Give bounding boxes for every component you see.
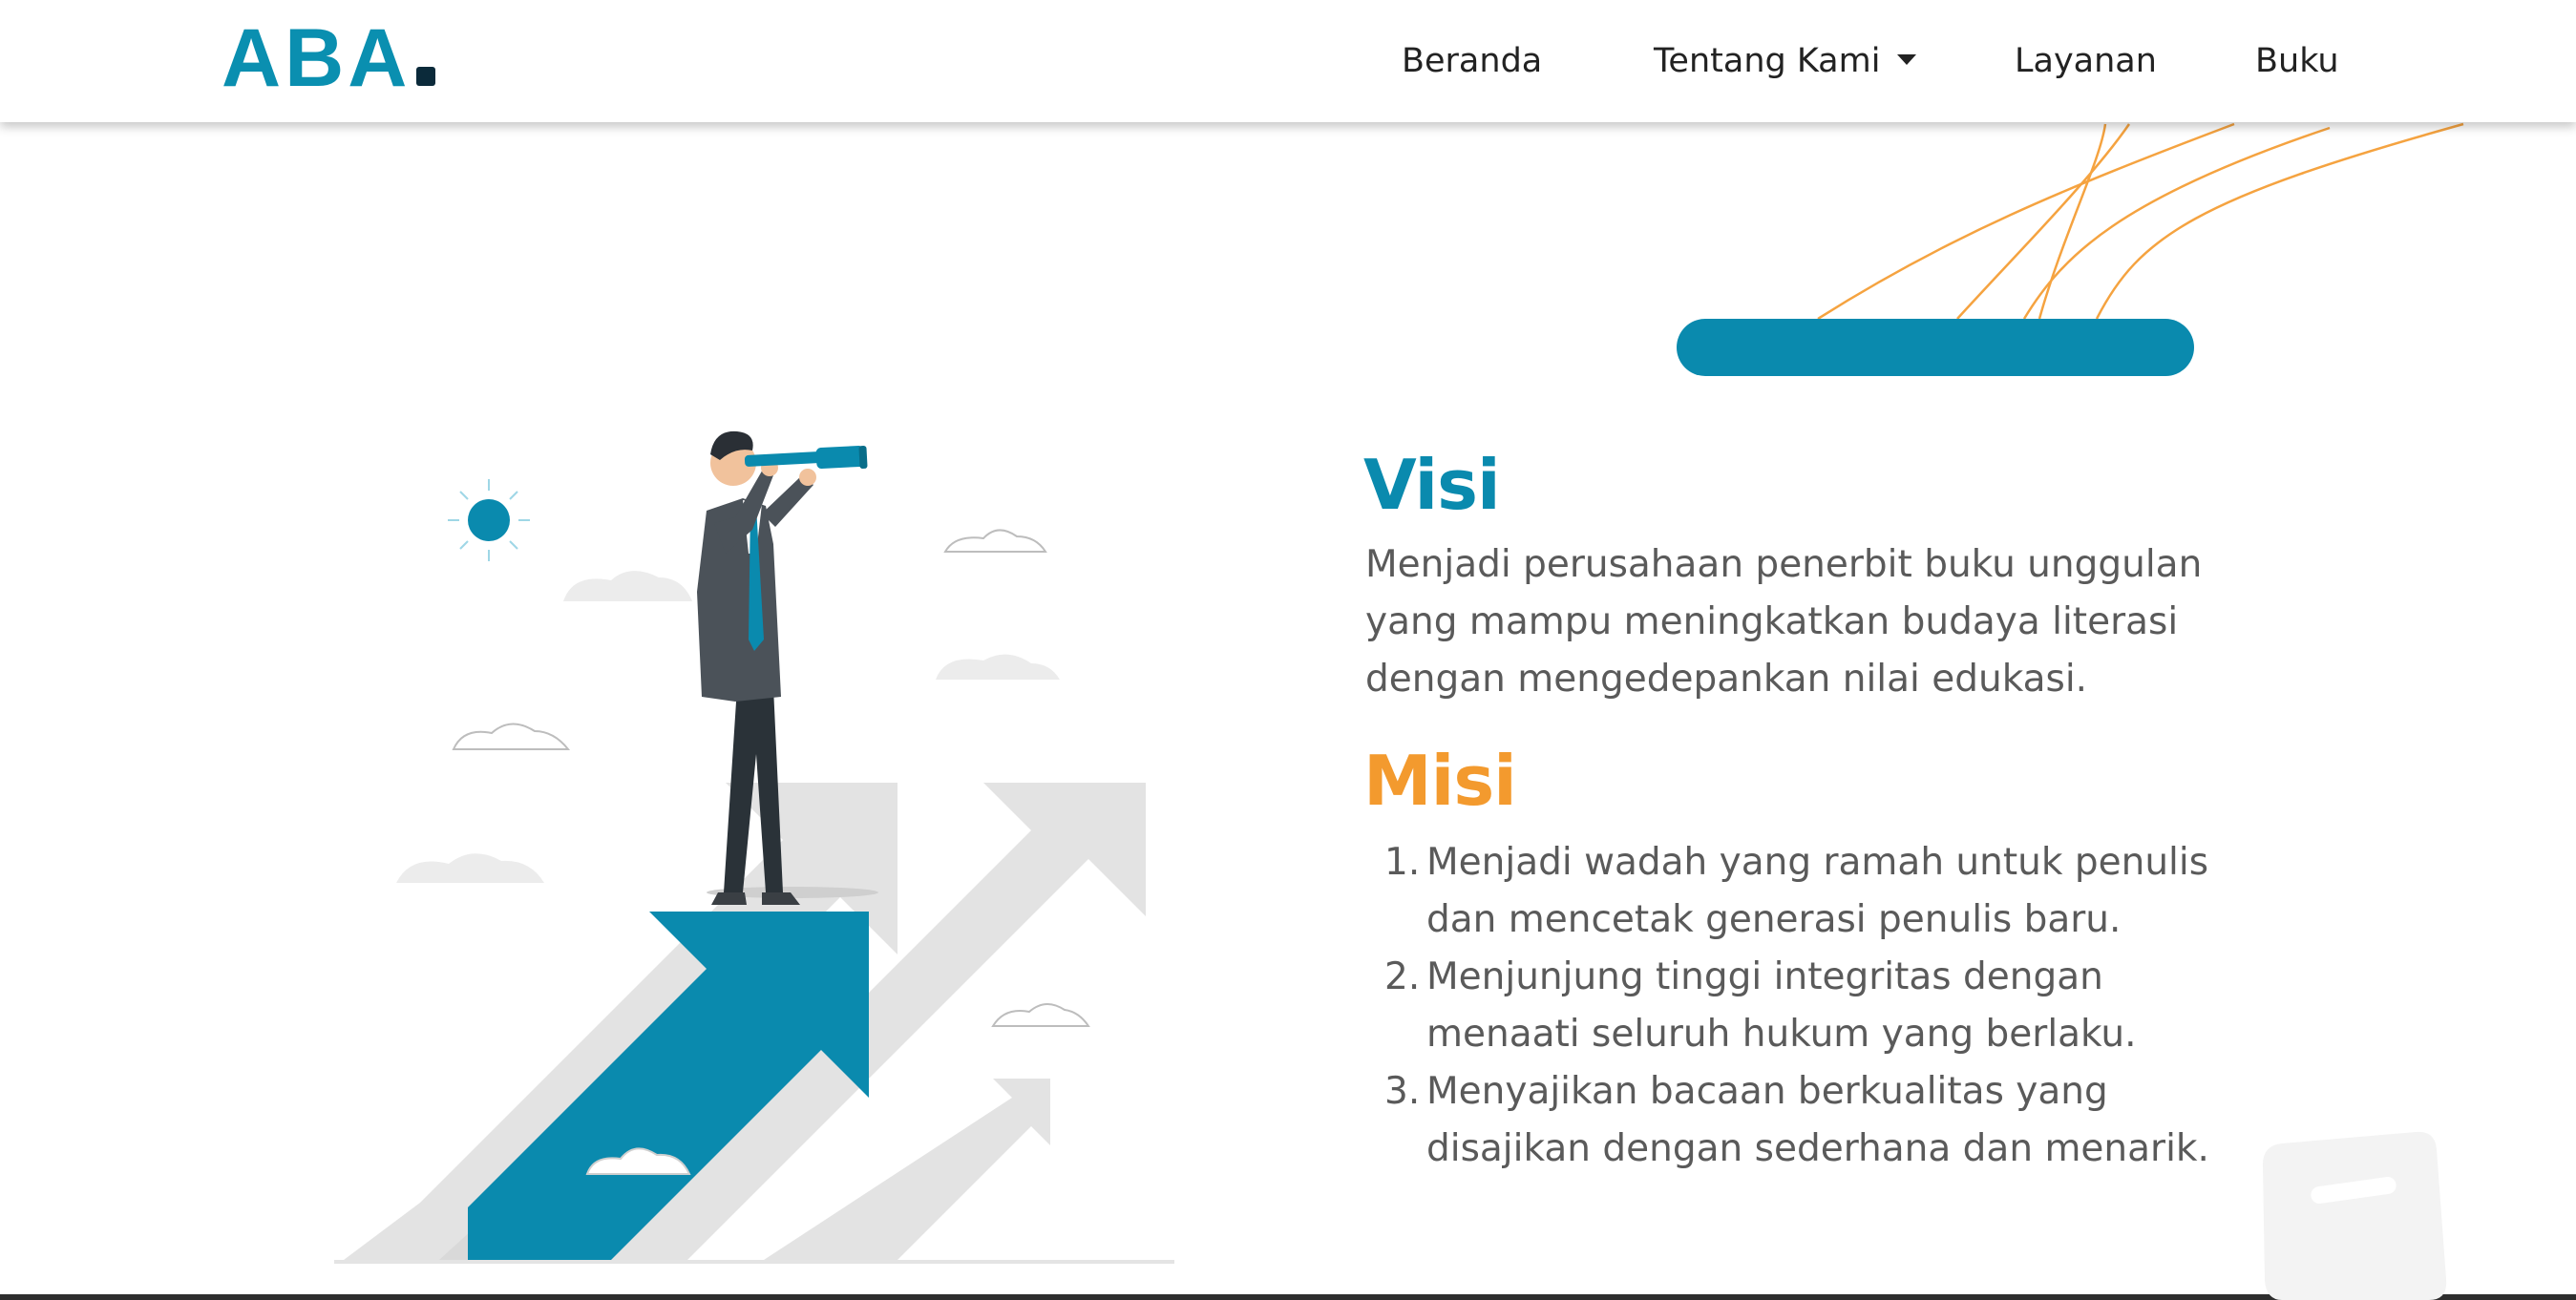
misi-item: 2. Menjunjung tinggi integritas dengan m… <box>1365 949 2225 1063</box>
decorative-teal-bar <box>1677 319 2194 376</box>
nav-buku-label: Buku <box>2255 42 2339 80</box>
misi-item-line: Menyajikan bacaan berkualitas yang <box>1426 1070 2108 1113</box>
decorative-box-shape <box>2263 1131 2447 1300</box>
brand-logo[interactable]: ABA <box>222 17 436 99</box>
navbar: ABA Beranda Tentang Kami Layanan Buku <box>0 0 2576 122</box>
decorative-orange-lines <box>1817 122 2464 321</box>
nav-tentang-kami-dropdown[interactable]: Tentang Kami <box>1654 40 1917 82</box>
visi-text: Menjadi perusahaan penerbit buku unggula… <box>1365 536 2225 708</box>
misi-item: 3. Menyajikan bacaan berkualitas yang di… <box>1365 1063 2225 1178</box>
nav-buku[interactable]: Buku <box>2255 40 2339 82</box>
misi-item-number: 2. <box>1384 955 1421 998</box>
misi-item: 1. Menjadi wadah yang ramah untuk penuli… <box>1365 834 2225 949</box>
nav-beranda-label: Beranda <box>1402 42 1543 80</box>
visi-line: yang mampu meningkatkan budaya literasi <box>1365 600 2179 643</box>
misi-item-number: 3. <box>1384 1070 1421 1113</box>
misi-item-line: Menjunjung tinggi integritas dengan <box>1426 955 2103 998</box>
misi-item-line: dan mencetak generasi penulis baru. <box>1426 898 2122 941</box>
misi-item-line: menaati seluruh hukum yang berlaku. <box>1426 1013 2137 1056</box>
misi-item-line: disajikan dengan sederhana dan menarik. <box>1426 1127 2209 1170</box>
visi-line: dengan mengedepankan nilai edukasi. <box>1365 658 2088 701</box>
sun-icon <box>448 479 530 561</box>
logo-text: ABA <box>222 12 412 104</box>
misi-item-number: 1. <box>1384 841 1421 884</box>
businessman-telescope-illustration <box>334 430 1174 1264</box>
misi-item-line: Menjadi wadah yang ramah untuk penulis <box>1426 841 2209 884</box>
visi-heading: Visi <box>1363 445 1501 525</box>
caret-down-icon <box>1897 53 1917 65</box>
nav-tentang-kami-label: Tentang Kami <box>1654 42 1881 80</box>
misi-heading: Misi <box>1363 741 1517 821</box>
bottom-edge-strip <box>0 1294 2576 1300</box>
telescope-icon <box>744 445 868 470</box>
visi-line: Menjadi perusahaan penerbit buku unggula… <box>1365 543 2203 586</box>
logo-dot <box>416 67 436 86</box>
misi-list: 1. Menjadi wadah yang ramah untuk penuli… <box>1365 834 2225 1178</box>
nav-layanan-label: Layanan <box>2015 42 2157 80</box>
nav-beranda[interactable]: Beranda <box>1402 40 1542 82</box>
nav-layanan[interactable]: Layanan <box>2015 40 2157 82</box>
